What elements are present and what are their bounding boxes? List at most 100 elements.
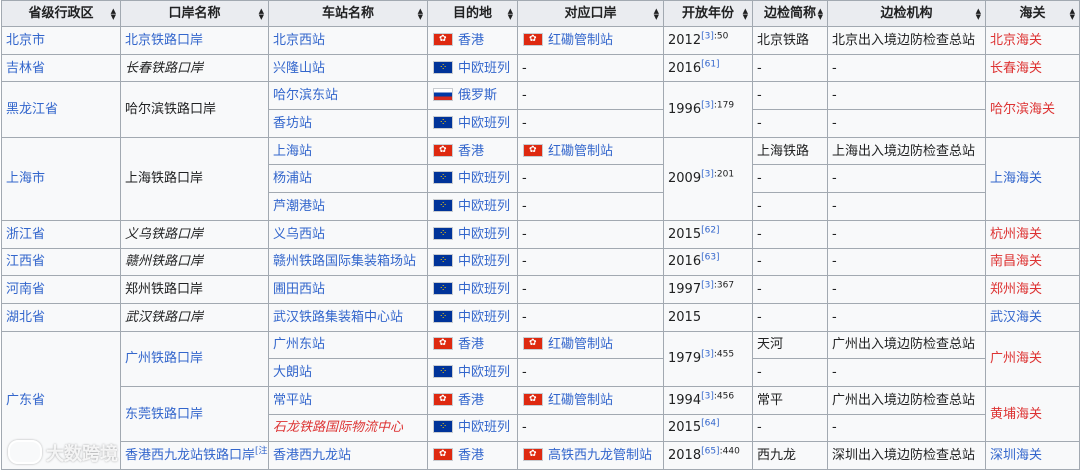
sort-icon[interactable]: ▲ ▼: [654, 7, 659, 20]
province-link[interactable]: 上海市: [1, 136, 121, 221]
reference-link[interactable]: [63]: [701, 253, 719, 263]
destination-link[interactable]: 中欧班列: [458, 310, 510, 325]
destination-link[interactable]: 中欧班列: [458, 227, 510, 242]
reference-link[interactable]: [3]: [701, 32, 714, 42]
counterpart-port-cell: -: [517, 302, 664, 332]
reference-link[interactable]: [61]: [701, 59, 719, 69]
province-link[interactable]: 江西省: [1, 247, 121, 277]
province-link[interactable]: 北京市: [1, 26, 121, 55]
destination-cell: 香港: [427, 136, 518, 166]
station-link[interactable]: 圃田西站: [268, 275, 428, 304]
station-link[interactable]: 广州东站: [268, 330, 428, 360]
station-link[interactable]: 哈尔滨东站: [268, 81, 428, 111]
customs-link[interactable]: 黄埔海关: [985, 385, 1080, 443]
customs-link[interactable]: 广州海关: [985, 330, 1080, 387]
sort-icon[interactable]: ▲ ▼: [418, 7, 423, 20]
destination-link[interactable]: 中欧班列: [458, 171, 510, 186]
col-header-province[interactable]: 省级行政区 ▲ ▼: [1, 0, 121, 27]
col-header-border-abbr[interactable]: 边检简称 ▲ ▼: [752, 0, 828, 27]
col-header-customs[interactable]: 海关 ▲ ▼: [985, 0, 1080, 27]
station-link[interactable]: 兴隆山站: [268, 53, 428, 83]
port-link[interactable]: 北京铁路口岸: [120, 26, 269, 55]
customs-link[interactable]: 深圳海关: [985, 441, 1080, 470]
col-header-border-org[interactable]: 边检机构 ▲ ▼: [827, 0, 986, 27]
border-org-cell: -: [827, 275, 986, 304]
station-link[interactable]: 大朗站: [268, 358, 428, 387]
col-header-destination[interactable]: 目的地 ▲ ▼: [427, 0, 518, 27]
province-link[interactable]: 浙江省: [1, 219, 121, 249]
customs-link[interactable]: 杭州海关: [985, 219, 1080, 249]
port-link[interactable]: 香港西九龙站铁路口岸: [125, 448, 255, 463]
destination-link[interactable]: 中欧班列: [458, 199, 510, 214]
station-link[interactable]: 上海站: [268, 136, 428, 166]
destination-cell: 中欧班列: [427, 247, 518, 277]
reference-link[interactable]: [64]: [701, 419, 719, 429]
reference-link[interactable]: [3]: [701, 391, 714, 401]
border-org-cell: 北京出入境边防检查总站: [827, 26, 986, 55]
customs-link[interactable]: 南昌海关: [985, 247, 1080, 277]
destination-link[interactable]: 俄罗斯: [458, 88, 497, 103]
destination-cell: 香港: [427, 385, 518, 415]
destination-cell: 香港: [427, 26, 518, 55]
counterpart-port-link[interactable]: 高铁西九龙管制站: [548, 448, 652, 463]
station-link[interactable]: 香坊站: [268, 109, 428, 138]
station-link[interactable]: 杨浦站: [268, 164, 428, 194]
reference-link[interactable]: [3]: [701, 281, 714, 291]
station-link[interactable]: 北京西站: [268, 26, 428, 55]
customs-link[interactable]: 武汉海关: [985, 302, 1080, 332]
counterpart-port-link[interactable]: 红磡管制站: [548, 144, 613, 159]
station-link[interactable]: 香港西九龙站: [268, 441, 428, 470]
counterpart-port-link[interactable]: 红磡管制站: [548, 337, 613, 352]
destination-link[interactable]: 香港: [458, 33, 484, 48]
customs-link[interactable]: 哈尔滨海关: [985, 81, 1080, 138]
reference-link[interactable]: [3]: [701, 350, 714, 360]
station-cell[interactable]: 石龙铁路国际物流中心: [268, 413, 428, 443]
sort-icon[interactable]: ▲ ▼: [818, 7, 823, 20]
note-link[interactable]: [注 7]: [255, 447, 267, 457]
destination-link[interactable]: 香港: [458, 448, 484, 463]
col-header-station[interactable]: 车站名称 ▲ ▼: [268, 0, 428, 27]
counterpart-port-link[interactable]: 红磡管制站: [548, 393, 613, 408]
counterpart-port-link[interactable]: 红磡管制站: [548, 33, 613, 48]
sort-icon[interactable]: ▲ ▼: [508, 7, 513, 20]
sort-icon[interactable]: ▲ ▼: [259, 7, 264, 20]
sort-icon[interactable]: ▲ ▼: [743, 7, 748, 20]
border-abbr-cell: -: [752, 275, 828, 304]
reference-link[interactable]: [65]: [701, 447, 719, 457]
reference-link[interactable]: [62]: [701, 225, 719, 235]
province-link[interactable]: 黑龙江省: [1, 81, 121, 138]
sort-icon[interactable]: ▲ ▼: [1070, 7, 1075, 20]
destination-link[interactable]: 中欧班列: [458, 116, 510, 131]
customs-link[interactable]: 北京海关: [985, 26, 1080, 55]
col-header-year[interactable]: 开放年份 ▲ ▼: [663, 0, 753, 27]
destination-link[interactable]: 香港: [458, 337, 484, 352]
destination-link[interactable]: 中欧班列: [458, 61, 510, 76]
station-link[interactable]: 常平站: [268, 385, 428, 415]
destination-link[interactable]: 中欧班列: [458, 420, 510, 435]
sort-icon[interactable]: ▲ ▼: [976, 7, 981, 20]
customs-link[interactable]: 郑州海关: [985, 275, 1080, 304]
reference-link[interactable]: [3]: [701, 101, 714, 111]
station-link[interactable]: 芦潮港站: [268, 192, 428, 221]
province-link[interactable]: 河南省: [1, 275, 121, 304]
destination-link[interactable]: 香港: [458, 144, 484, 159]
col-header-port[interactable]: 口岸名称 ▲ ▼: [120, 0, 269, 27]
station-link[interactable]: 赣州铁路国际集装箱场站: [268, 247, 428, 277]
station-link[interactable]: 武汉铁路集装箱中心站: [268, 302, 428, 332]
destination-link[interactable]: 香港: [458, 393, 484, 408]
customs-link[interactable]: 长春海关: [985, 53, 1080, 83]
province-link[interactable]: 湖北省: [1, 302, 121, 332]
province-link[interactable]: 吉林省: [1, 53, 121, 83]
destination-link[interactable]: 中欧班列: [458, 365, 510, 380]
destination-link[interactable]: 中欧班列: [458, 282, 510, 297]
destination-link[interactable]: 中欧班列: [458, 254, 510, 269]
table-row: 广东省 广州铁路口岸 广州东站 香港 红磡管制站 1979[3]:455 天河 …: [1, 330, 1080, 471]
sort-icon[interactable]: ▲ ▼: [111, 7, 116, 20]
port-link[interactable]: 广州铁路口岸: [120, 330, 269, 387]
port-link[interactable]: 东莞铁路口岸: [120, 385, 269, 443]
reference-link[interactable]: [3]: [701, 170, 714, 180]
col-header-counterpart-port[interactable]: 对应口岸 ▲ ▼: [517, 0, 664, 27]
station-link[interactable]: 义乌西站: [268, 219, 428, 249]
customs-link[interactable]: 上海海关: [985, 136, 1080, 221]
destination-cell: 中欧班列: [427, 413, 518, 443]
